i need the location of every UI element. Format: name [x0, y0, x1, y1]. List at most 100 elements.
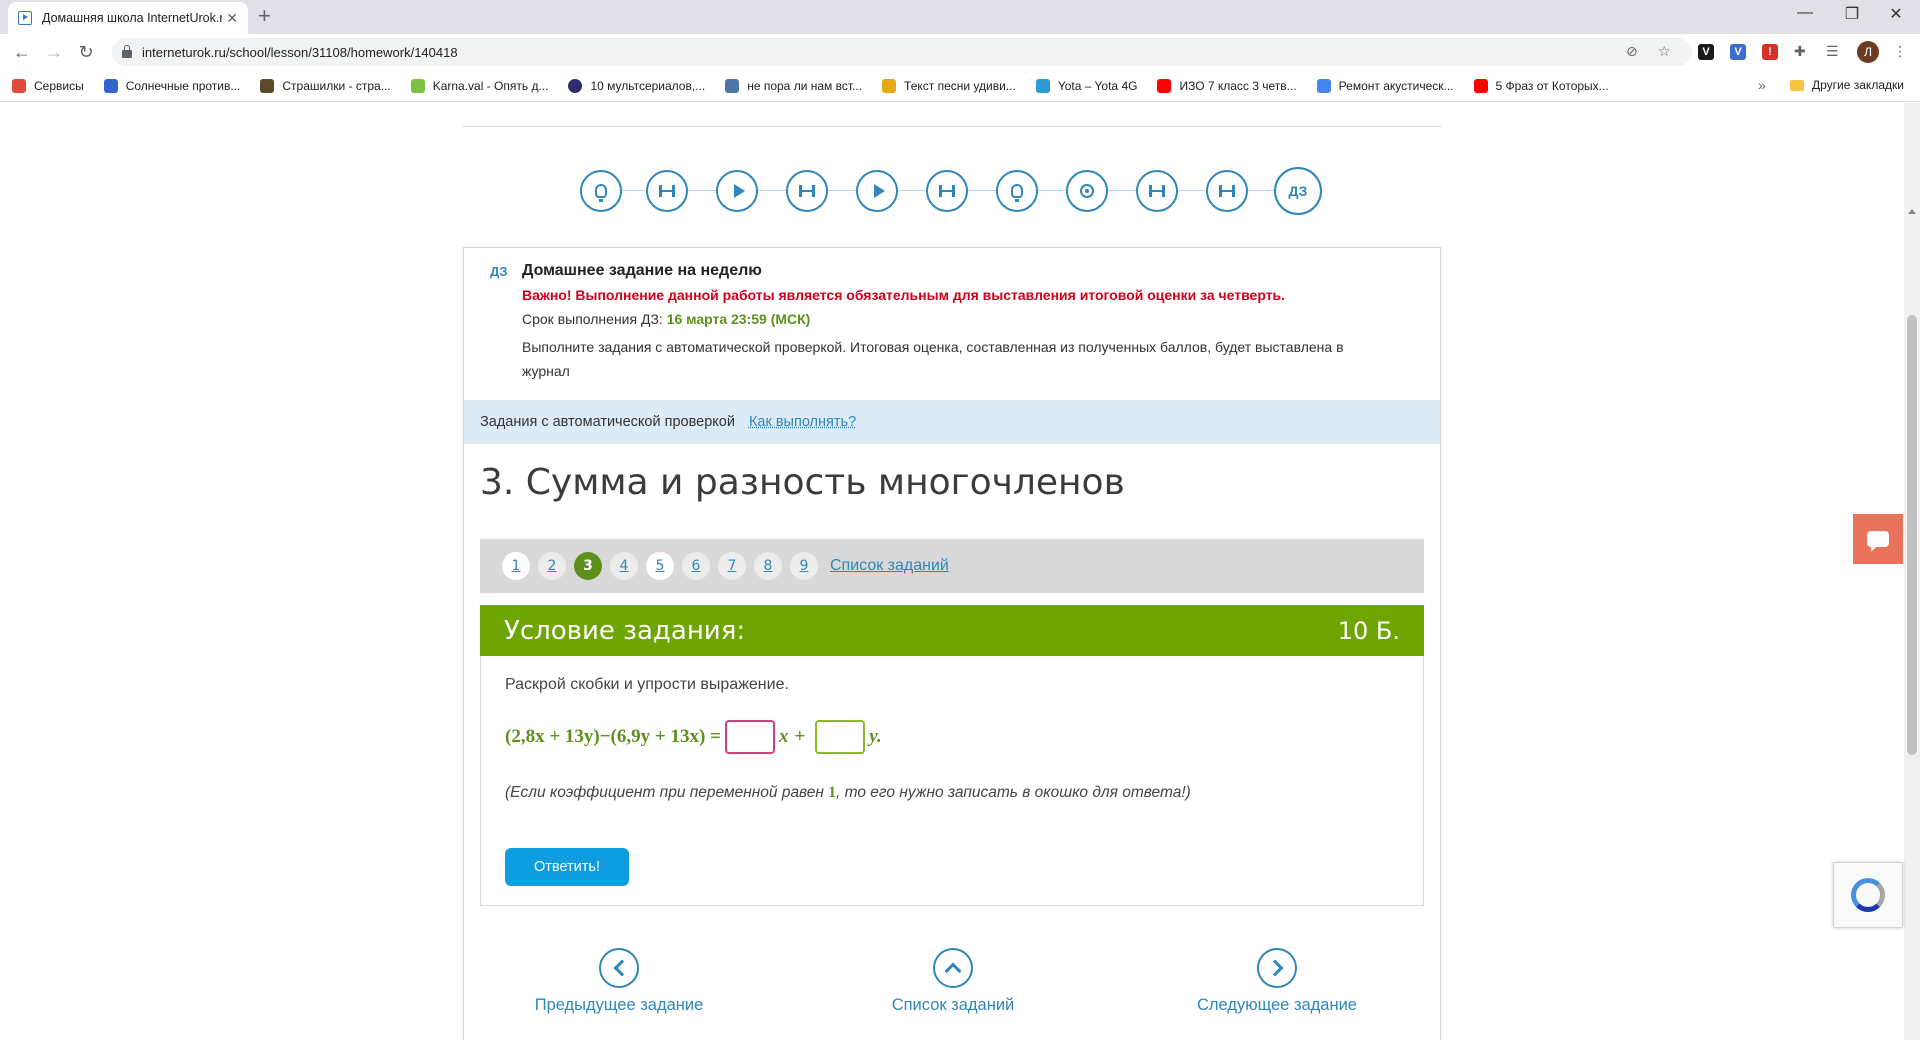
step-practice[interactable]: [926, 170, 968, 212]
page-content: ДЗ ДЗ Домашнее задание на неделю Важно! …: [0, 103, 1920, 1040]
minimize-icon[interactable]: —: [1785, 4, 1825, 22]
menu-dots-icon[interactable]: ⋮: [1893, 43, 1907, 60]
task-page-9[interactable]: 9: [790, 552, 818, 580]
bookmark-item[interactable]: ИЗО 7 класс 3 четв...: [1157, 78, 1297, 93]
bookmark-favicon-icon: [568, 78, 583, 93]
step-test[interactable]: [1206, 170, 1248, 212]
step-practice[interactable]: [786, 170, 828, 212]
step-video[interactable]: [716, 170, 758, 212]
close-icon[interactable]: ✕: [226, 10, 238, 27]
auto-check-bar: Задания с автоматической проверкой Как в…: [464, 400, 1440, 444]
bookmark-item[interactable]: Karna.val - Опять д...: [410, 78, 548, 93]
bookmark-item[interactable]: Ремонт акустическ...: [1316, 78, 1454, 93]
star-icon[interactable]: ☆: [1658, 43, 1671, 60]
restore-icon[interactable]: ❐: [1832, 4, 1872, 24]
bookmarks-bar: Сервисы Солнечные против... Страшилки - …: [0, 70, 1920, 102]
bookmark-item[interactable]: 5 Фраз от Которых...: [1473, 78, 1609, 93]
homework-card: ДЗ Домашнее задание на неделю Важно! Вып…: [463, 247, 1441, 1040]
task-page-7[interactable]: 7: [718, 552, 746, 580]
browser-tab[interactable]: Домашняя школа InternetUrok.ru ✕: [8, 2, 248, 34]
step-video[interactable]: [856, 170, 898, 212]
homework-deadline: Срок выполнения ДЗ: 16 марта 23:59 (МСК): [522, 311, 811, 327]
task-page-8[interactable]: 8: [754, 552, 782, 580]
extension-shield-icon[interactable]: !: [1762, 44, 1778, 60]
task-page-4[interactable]: 4: [610, 552, 638, 580]
bookmark-item[interactable]: Страшилки - стра...: [260, 78, 391, 93]
bookmark-item[interactable]: Сервисы: [12, 78, 84, 93]
expression-left: (2,8x + 13y)−(6,9y + 13x) =: [505, 726, 721, 747]
next-task-nav[interactable]: Следующее задание: [1177, 948, 1377, 1015]
step-homework[interactable]: ДЗ: [1274, 167, 1322, 215]
recaptcha-badge[interactable]: [1833, 862, 1903, 928]
more-bookmarks-icon[interactable]: »: [1758, 77, 1766, 93]
new-tab-icon[interactable]: +: [258, 3, 271, 29]
homework-description: Выполните задания с автоматической прове…: [522, 339, 1344, 379]
math-expression: (2,8x + 13y)−(6,9y + 13x) = x + y.: [505, 720, 882, 754]
play-icon: [733, 184, 745, 198]
google-icon: [1316, 78, 1331, 93]
yota-icon: [1035, 78, 1050, 93]
chevron-up-icon: [933, 948, 973, 988]
forward-arrow-icon[interactable]: →: [38, 42, 70, 63]
bookmark-item[interactable]: Текст песни удиви...: [882, 78, 1016, 93]
task-list-nav[interactable]: Список заданий: [853, 948, 1053, 1015]
task-page-3[interactable]: 3: [574, 552, 602, 580]
youtube-icon: [1157, 78, 1172, 93]
task-page-5[interactable]: 5: [646, 552, 674, 580]
tab-title: Домашняя школа InternetUrok.ru: [42, 11, 222, 25]
dumbbell-icon: [939, 185, 955, 197]
dumbbell-icon: [1219, 185, 1235, 197]
task-page-1[interactable]: 1: [502, 552, 530, 580]
extensions-puzzle-icon[interactable]: ✚: [1794, 43, 1806, 60]
apps-grid-icon: [12, 78, 26, 93]
answer-button[interactable]: Ответить!: [505, 848, 629, 886]
dumbbell-icon: [1149, 185, 1165, 197]
condition-header: Условие задания: 10 Б.: [480, 605, 1424, 656]
bookmark-item[interactable]: 10 мультсериалов,...: [568, 78, 705, 93]
task-list-link[interactable]: Список заданий: [830, 557, 949, 575]
reading-list-icon[interactable]: ☰: [1826, 43, 1839, 60]
auto-check-label: Задания с автоматической проверкой: [480, 414, 735, 430]
homework-important-note: Важно! Выполнение данной работы является…: [522, 287, 1286, 303]
profile-avatar[interactable]: Л: [1857, 41, 1879, 63]
step-theory[interactable]: [580, 170, 622, 212]
back-arrow-icon[interactable]: ←: [6, 42, 38, 63]
chat-button[interactable]: [1853, 514, 1903, 564]
task-page-6[interactable]: 6: [682, 552, 710, 580]
deadline-value: 16 марта 23:59 (МСК): [666, 311, 811, 327]
answer-x-input[interactable]: [724, 720, 775, 754]
extension-v-blue-icon[interactable]: V: [1730, 44, 1746, 60]
answer-y-input[interactable]: [815, 720, 866, 754]
lightbulb-icon: [595, 184, 607, 202]
prev-task-label: Предыдущее задание: [534, 996, 704, 1014]
homework-step-label: ДЗ: [1288, 183, 1308, 199]
chevron-left-icon: [599, 948, 639, 988]
step-webinar[interactable]: [1066, 170, 1108, 212]
plus-sign: +: [794, 726, 806, 747]
var-x: x: [778, 726, 789, 747]
bookmark-item[interactable]: Солнечные против...: [103, 78, 240, 93]
recaptcha-logo-icon: [1851, 878, 1885, 912]
step-theory[interactable]: [996, 170, 1038, 212]
chat-bubble-icon: [1867, 531, 1889, 552]
reload-icon[interactable]: ↻: [70, 42, 102, 63]
how-to-link[interactable]: Как выполнять?: [749, 414, 856, 430]
extension-v-icon[interactable]: V: [1698, 44, 1714, 60]
window-close-icon[interactable]: ✕: [1876, 4, 1916, 24]
scroll-thumb[interactable]: [1907, 315, 1917, 755]
page-scrollbar[interactable]: [1904, 103, 1920, 1040]
url-text: interneturok.ru/school/lesson/31108/home…: [142, 44, 458, 60]
next-task-label: Следующее задание: [1197, 996, 1357, 1014]
step-practice[interactable]: [646, 170, 688, 212]
address-bar[interactable]: interneturok.ru/school/lesson/31108/home…: [112, 38, 1692, 66]
bookmark-item[interactable]: не пора ли нам вст...: [725, 78, 862, 93]
bookmark-item[interactable]: Yota – Yota 4G: [1035, 78, 1137, 93]
prev-task-nav[interactable]: Предыдущее задание: [519, 948, 719, 1015]
step-practice[interactable]: [1136, 170, 1178, 212]
music-note-icon: [882, 78, 897, 93]
scroll-up-arrow-icon[interactable]: [1908, 209, 1916, 214]
lock-icon: [122, 44, 132, 58]
translate-blocked-icon[interactable]: ⊘: [1626, 43, 1638, 60]
task-page-2[interactable]: 2: [538, 552, 566, 580]
other-bookmarks[interactable]: Другие закладки: [1790, 78, 1904, 92]
